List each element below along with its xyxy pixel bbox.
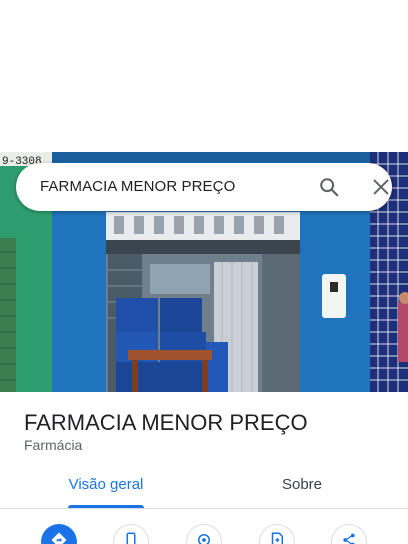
location-pin-icon (195, 531, 213, 544)
tab-about[interactable]: Sobre (232, 466, 372, 508)
search-icon[interactable] (318, 176, 340, 198)
place-tabs: Visão geral Sobre (0, 466, 408, 508)
place-title: FARMACIA MENOR PREÇO (24, 410, 308, 435)
search-input[interactable]: FARMACIA MENOR PREÇO (40, 163, 235, 211)
save-document-icon (268, 531, 286, 544)
share-button[interactable] (331, 524, 367, 544)
directions-button[interactable] (41, 524, 77, 544)
place-category: Farmácia (24, 437, 83, 453)
close-icon[interactable] (370, 176, 392, 198)
save-button[interactable] (259, 524, 295, 544)
share-icon (340, 531, 358, 544)
directions-icon (50, 531, 68, 544)
phone-icon (122, 531, 140, 544)
tabs-divider (0, 508, 408, 509)
tab-overview[interactable]: Visão geral (36, 466, 176, 508)
search-bar[interactable]: FARMACIA MENOR PREÇO (16, 163, 392, 211)
nearby-button[interactable] (186, 524, 222, 544)
call-button[interactable] (113, 524, 149, 544)
